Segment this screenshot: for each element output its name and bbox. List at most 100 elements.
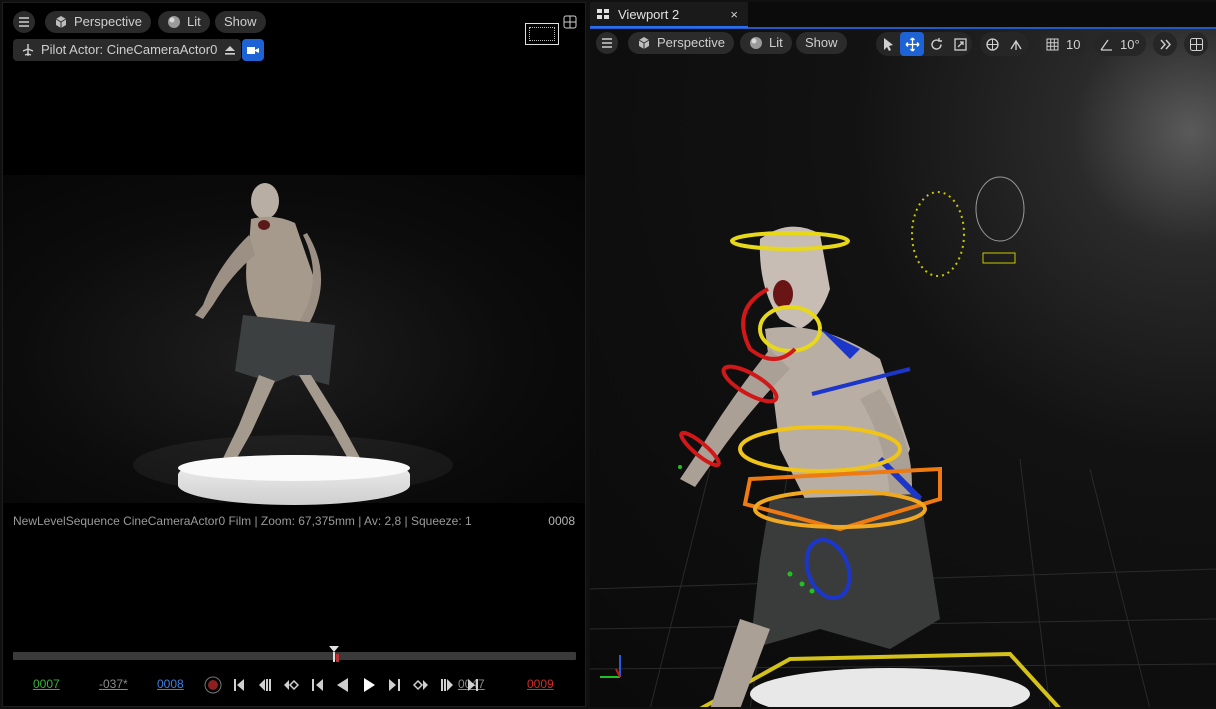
camera-info-overlay: NewLevelSequence CineCameraActor0 Film |… <box>13 514 472 528</box>
viewport-menu-button[interactable] <box>13 11 35 33</box>
next-key-icon <box>441 679 453 691</box>
camera-icon <box>246 43 260 57</box>
play-icon <box>364 678 375 692</box>
pilot-actor-label: Pilot Actor: CineCameraActor0 <box>41 42 218 57</box>
record-icon <box>204 676 222 694</box>
eject-button[interactable] <box>219 39 241 61</box>
perspective-button[interactable]: Perspective <box>45 11 151 33</box>
show-button[interactable]: Show <box>796 32 847 54</box>
scale-tool[interactable] <box>948 32 972 56</box>
surface-snap-icon <box>1009 39 1022 50</box>
rotation-snap-value[interactable]: 10° <box>1118 37 1146 52</box>
show-label: Show <box>224 14 257 29</box>
current-frame[interactable]: 0008 <box>157 677 184 691</box>
lit-button[interactable]: Lit <box>740 32 792 54</box>
surface-snap-toggle[interactable] <box>1004 32 1028 56</box>
rotate-icon <box>930 37 942 50</box>
step-back-button[interactable] <box>307 675 327 695</box>
viewport-render <box>3 175 585 503</box>
perspective-label: Perspective <box>74 14 142 29</box>
cube-icon <box>637 36 651 50</box>
cube-icon <box>54 15 68 29</box>
cinematic-viewport[interactable]: Perspective Lit Show Pilot Actor: CineCa… <box>2 2 586 707</box>
next-keyframe-icon <box>412 679 428 691</box>
surface-snap-tools <box>980 32 1028 56</box>
viewport-2-panel[interactable]: Viewport 2 × Perspective Lit Show 10 10° <box>590 2 1216 707</box>
world-local-toggle[interactable] <box>980 32 1004 56</box>
step-forward-button[interactable] <box>385 675 405 695</box>
hamburger-icon <box>600 36 614 50</box>
tab-title: Viewport 2 <box>618 6 680 22</box>
more-tools-button[interactable] <box>1153 32 1177 56</box>
play-button[interactable] <box>359 675 379 695</box>
viewport-render <box>590 29 1216 707</box>
prev-keyframe-button[interactable] <box>281 675 301 695</box>
next-key-button[interactable] <box>437 675 457 695</box>
rotation-snap-toggle[interactable] <box>1094 32 1118 56</box>
jump-start-button[interactable] <box>229 675 249 695</box>
camera-lock-button[interactable] <box>242 39 264 61</box>
current-frame-overlay: 0008 <box>548 514 575 528</box>
lit-label: Lit <box>769 35 783 50</box>
select-tool[interactable] <box>876 32 900 56</box>
translate-icon <box>905 37 919 51</box>
play-reverse-icon <box>337 678 348 692</box>
hamburger-icon <box>17 15 31 29</box>
face-reference-boards <box>911 176 1025 277</box>
perspective-label: Perspective <box>657 35 725 50</box>
prev-key-icon <box>259 679 271 691</box>
start-frame[interactable]: 0007 <box>33 677 60 691</box>
viewport-layout-button[interactable] <box>1184 32 1208 56</box>
axis-gizmo <box>600 655 621 678</box>
pilot-actor-bar[interactable]: Pilot Actor: CineCameraActor0 <box>13 39 226 61</box>
layout-grid-icon <box>563 15 577 29</box>
layout-grid-icon <box>1184 32 1208 56</box>
grid-icon <box>1046 38 1058 50</box>
viewport-layout-button[interactable] <box>563 15 583 35</box>
viewport-tab-icon <box>596 7 610 21</box>
viewport-menu-button[interactable] <box>596 32 618 54</box>
close-tab-button[interactable]: × <box>730 7 738 22</box>
tab-accent-line <box>590 27 1216 29</box>
rotation-snap-group[interactable]: 10° <box>1094 32 1146 56</box>
jump-start-icon <box>234 679 244 691</box>
airplane-icon <box>21 43 35 57</box>
rigged-character-scene <box>590 176 1216 707</box>
next-keyframe-button[interactable] <box>411 675 431 695</box>
safe-frame-indicator <box>525 23 559 45</box>
record-button[interactable] <box>203 675 223 695</box>
jump-end-icon <box>468 679 478 691</box>
chevrons-right-icon <box>1153 32 1177 56</box>
select-cursor-icon <box>883 37 893 51</box>
angle-icon <box>1099 39 1112 51</box>
playhead-marker[interactable] <box>329 646 339 662</box>
editor-window: Perspective Lit Show Pilot Actor: CineCa… <box>0 0 1216 709</box>
jump-end-button[interactable] <box>463 675 483 695</box>
show-button[interactable]: Show <box>215 11 266 33</box>
character-figure-left <box>133 183 453 495</box>
offset-value[interactable]: -037* <box>99 677 128 691</box>
globe-icon <box>985 37 999 51</box>
eject-icon <box>223 43 237 57</box>
show-label: Show <box>805 35 838 50</box>
grid-snap-toggle[interactable] <box>1040 32 1064 56</box>
translate-tool[interactable] <box>900 32 924 56</box>
perspective-button[interactable]: Perspective <box>628 32 734 54</box>
grid-snap-value[interactable]: 10 <box>1064 37 1086 52</box>
lit-label: Lit <box>187 14 201 29</box>
step-forward-icon <box>389 679 400 691</box>
prev-key-button[interactable] <box>255 675 275 695</box>
play-reverse-button[interactable] <box>333 675 353 695</box>
lit-button[interactable]: Lit <box>158 11 210 33</box>
prev-keyframe-icon <box>284 679 300 691</box>
transform-tools <box>876 32 972 56</box>
transport-controls <box>203 673 483 697</box>
viewport-2-tab[interactable]: Viewport 2 × <box>590 2 748 28</box>
timeline-scrubber[interactable] <box>13 652 576 660</box>
lit-sphere-icon <box>749 36 763 50</box>
end-frame[interactable]: 0009 <box>527 677 554 691</box>
step-back-icon <box>312 679 323 691</box>
rotate-tool[interactable] <box>924 32 948 56</box>
pedestal-top <box>178 455 410 481</box>
grid-snap-group[interactable]: 10 <box>1040 32 1087 56</box>
